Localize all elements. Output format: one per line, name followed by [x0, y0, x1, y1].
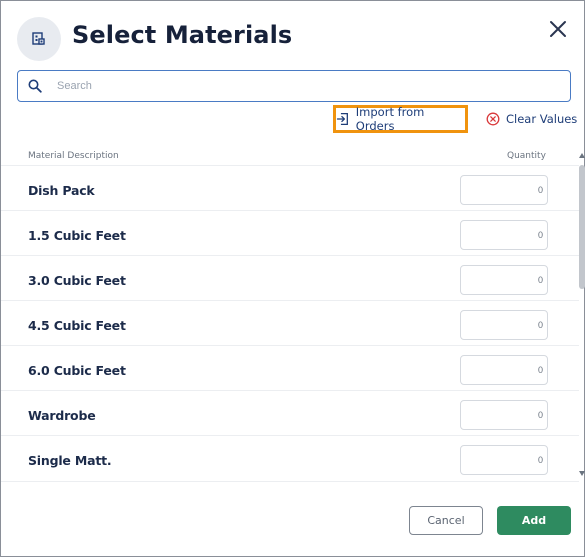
material-name: Wardrobe: [28, 408, 96, 423]
dialog-title: Select Materials: [72, 21, 293, 49]
material-name: Single Matt.: [28, 453, 112, 468]
search-icon: [27, 78, 43, 94]
footer-divider: [1, 481, 579, 482]
clear-values-button[interactable]: Clear Values: [486, 109, 577, 129]
material-name: 4.5 Cubic Feet: [28, 318, 126, 333]
table-row: 6.0 Cubic Feet: [1, 345, 579, 390]
table-row: 4.5 Cubic Feet: [1, 300, 579, 345]
quantity-input[interactable]: [460, 220, 548, 250]
quantity-input[interactable]: [460, 400, 548, 430]
import-from-orders-label: Import from Orders: [355, 105, 425, 133]
material-name: 1.5 Cubic Feet: [28, 228, 126, 243]
table-row: Single Matt.: [1, 435, 579, 480]
search-box[interactable]: [17, 70, 571, 102]
material-name: 3.0 Cubic Feet: [28, 273, 126, 288]
close-button[interactable]: [546, 17, 570, 41]
list-scrollbar[interactable]: [579, 151, 585, 481]
quantity-input[interactable]: [460, 355, 548, 385]
import-icon: [336, 112, 348, 126]
select-materials-dialog: Select Materials Import from Orders Clea…: [0, 0, 585, 557]
materials-list: Dish Pack 1.5 Cubic Feet 3.0 Cubic Feet …: [1, 165, 579, 481]
quantity-input[interactable]: [460, 175, 548, 205]
materials-grid-icon: [17, 17, 61, 61]
material-name: 6.0 Cubic Feet: [28, 363, 126, 378]
cancel-button[interactable]: Cancel: [409, 506, 483, 535]
scroll-up-arrow-icon[interactable]: [579, 151, 585, 159]
search-input[interactable]: [57, 80, 537, 92]
column-header-description: Material Description: [28, 151, 119, 161]
quantity-input[interactable]: [460, 445, 548, 475]
scrollbar-thumb[interactable]: [579, 165, 585, 289]
import-from-orders-button[interactable]: Import from Orders: [333, 105, 468, 133]
close-icon: [550, 21, 566, 37]
quantity-input[interactable]: [460, 310, 548, 340]
scroll-down-arrow-icon[interactable]: [579, 469, 585, 477]
clear-values-label: Clear Values: [506, 112, 578, 126]
material-name: Dish Pack: [28, 183, 95, 198]
table-row: 1.5 Cubic Feet: [1, 210, 579, 255]
quantity-input[interactable]: [460, 265, 548, 295]
table-row: Wardrobe: [1, 390, 579, 435]
add-button[interactable]: Add: [497, 506, 571, 535]
clear-circle-x-icon: [486, 112, 500, 126]
column-header-quantity: Quantity: [507, 151, 546, 161]
table-row: Dish Pack: [1, 165, 579, 210]
table-row: 3.0 Cubic Feet: [1, 255, 579, 300]
